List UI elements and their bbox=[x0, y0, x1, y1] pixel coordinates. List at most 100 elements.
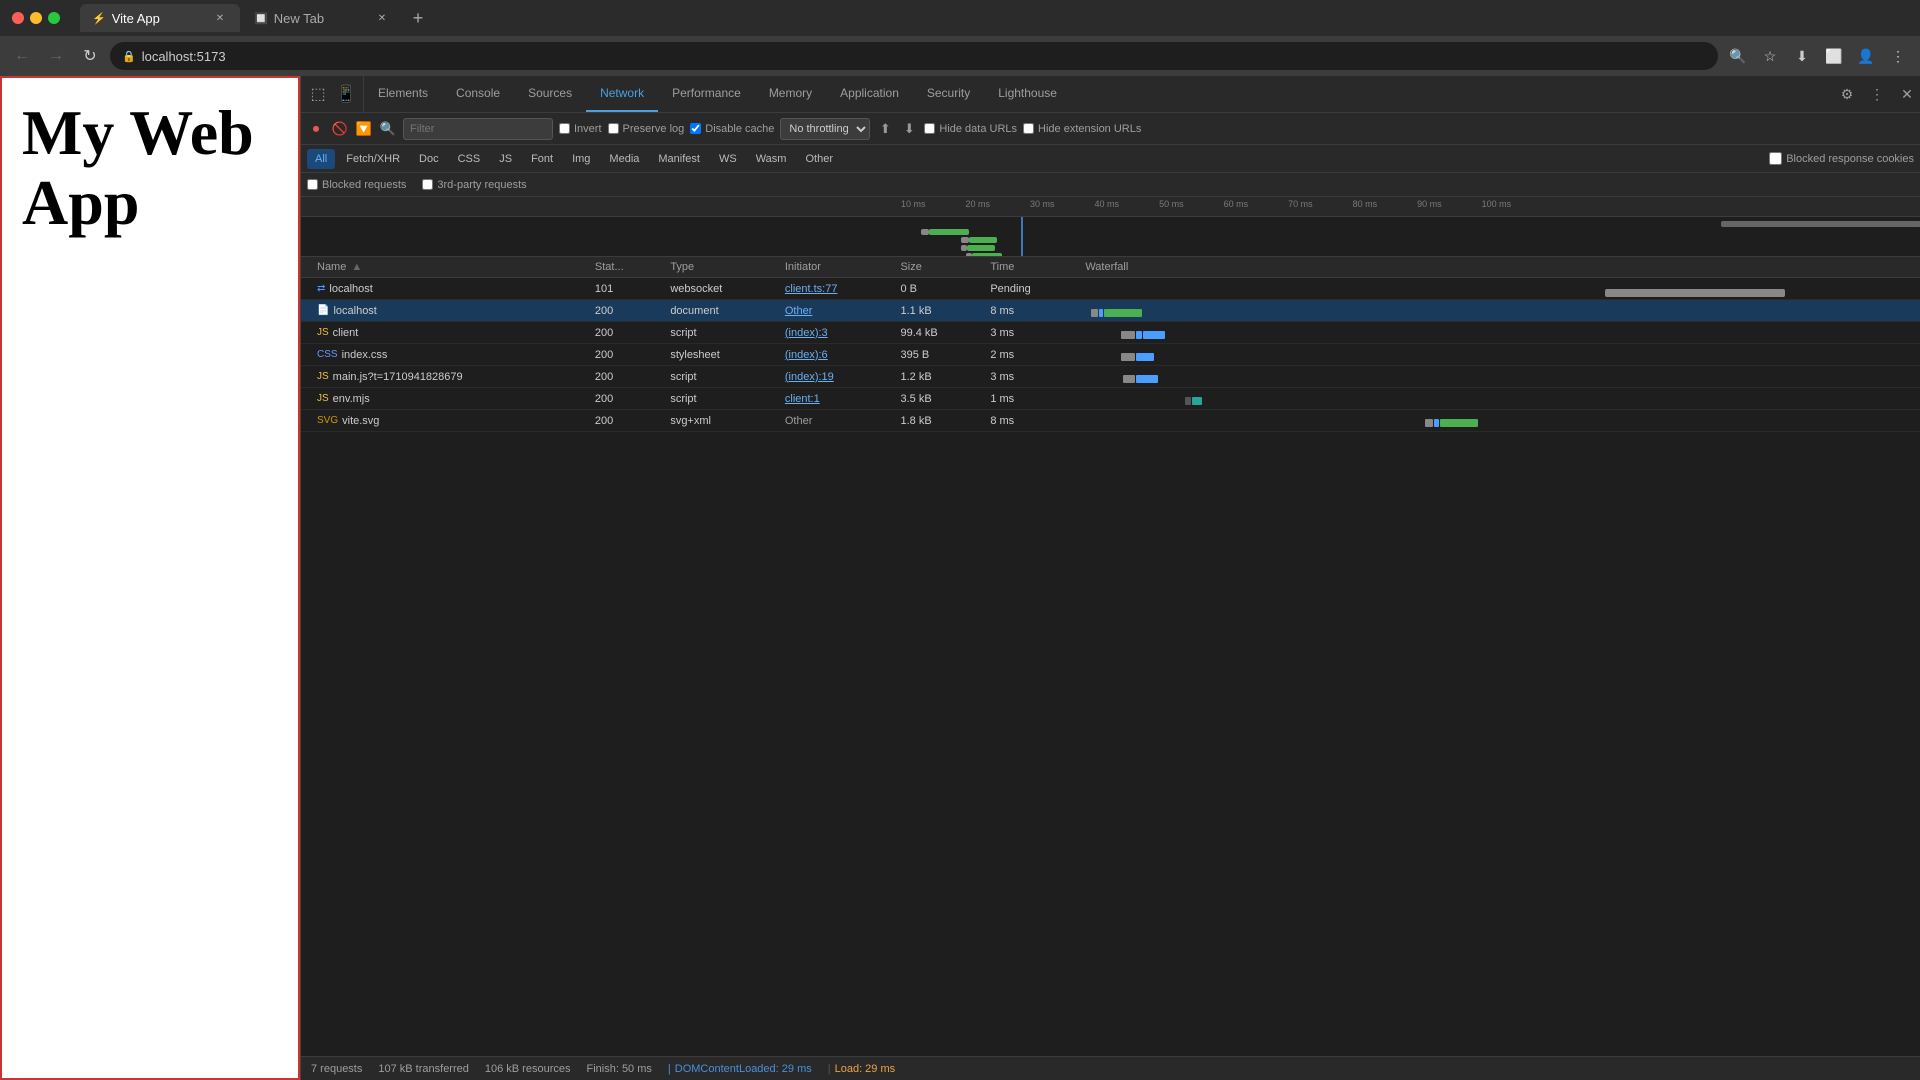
hide-data-urls-checkbox[interactable] bbox=[924, 123, 935, 134]
chip-font[interactable]: Font bbox=[523, 149, 561, 169]
network-table[interactable]: Name ▲ Stat... Type Initiator Size Time … bbox=[301, 257, 1920, 1056]
preserve-log-checkbox-label[interactable]: Preserve log bbox=[608, 123, 685, 135]
wf-recv-envmjs bbox=[1192, 397, 1202, 405]
disable-cache-checkbox[interactable] bbox=[690, 123, 701, 134]
row-wf-client bbox=[1077, 322, 1920, 344]
devtools-settings-icon[interactable]: ⚙ bbox=[1834, 81, 1860, 107]
tab-close-vite[interactable]: ✕ bbox=[212, 10, 228, 26]
chip-wasm[interactable]: Wasm bbox=[748, 149, 795, 169]
third-party-checkbox[interactable] bbox=[422, 179, 433, 190]
row-initiator-doc[interactable]: Other bbox=[785, 305, 813, 317]
chip-other[interactable]: Other bbox=[797, 149, 841, 169]
tab-close-newtab[interactable]: ✕ bbox=[374, 10, 390, 26]
forward-button[interactable]: → bbox=[42, 42, 70, 70]
invert-checkbox[interactable] bbox=[559, 123, 570, 134]
new-tab-button[interactable]: + bbox=[404, 4, 432, 32]
row-initiator-client[interactable]: (index):3 bbox=[785, 327, 828, 339]
chip-ws[interactable]: WS bbox=[711, 149, 745, 169]
preserve-log-checkbox[interactable] bbox=[608, 123, 619, 134]
filter-icon[interactable]: 🔽 bbox=[355, 120, 373, 138]
chip-media[interactable]: Media bbox=[601, 149, 647, 169]
devtools-device-icon[interactable]: 📱 bbox=[333, 81, 359, 107]
invert-label: Invert bbox=[574, 123, 602, 135]
devtools-more-icon[interactable]: ⋮ bbox=[1864, 81, 1890, 107]
table-row[interactable]: JS main.js?t=1710941828679 200 script (i… bbox=[301, 366, 1920, 388]
import-har-icon[interactable]: ⬆ bbox=[876, 120, 894, 138]
back-button[interactable]: ← bbox=[8, 42, 36, 70]
tab-security[interactable]: Security bbox=[913, 76, 984, 112]
col-name[interactable]: Name ▲ bbox=[301, 257, 587, 278]
table-row[interactable]: SVG vite.svg 200 svg+xml Other 1.8 kB 8 … bbox=[301, 410, 1920, 432]
devtools-inspect-icon[interactable]: ⬚ bbox=[305, 81, 331, 107]
col-status[interactable]: Stat... bbox=[587, 257, 662, 278]
devtools-close-icon[interactable]: ✕ bbox=[1894, 81, 1920, 107]
tick-10ms: 10 ms bbox=[901, 197, 966, 209]
tab-elements[interactable]: Elements bbox=[364, 76, 442, 112]
chip-img[interactable]: Img bbox=[564, 149, 598, 169]
record-button[interactable]: ⏺ bbox=[307, 120, 325, 138]
tab-network[interactable]: Network bbox=[586, 76, 658, 112]
table-row[interactable]: ⇄ localhost 101 websocket client.ts:77 0… bbox=[301, 278, 1920, 300]
tab-sources[interactable]: Sources bbox=[514, 76, 586, 112]
chip-doc[interactable]: Doc bbox=[411, 149, 447, 169]
row-wf-ws bbox=[1077, 278, 1920, 300]
chip-manifest[interactable]: Manifest bbox=[650, 149, 708, 169]
row-initiator-mainjs[interactable]: (index):19 bbox=[785, 371, 834, 383]
close-button[interactable] bbox=[12, 12, 24, 24]
chip-all[interactable]: All bbox=[307, 149, 335, 169]
table-row[interactable]: CSS index.css 200 stylesheet (index):6 3… bbox=[301, 344, 1920, 366]
hide-ext-urls-label[interactable]: Hide extension URLs bbox=[1023, 123, 1141, 135]
row-initiator-css[interactable]: (index):6 bbox=[785, 349, 828, 361]
row-initiator-ws[interactable]: client.ts:77 bbox=[785, 283, 838, 295]
blocked-cookies-checkbox[interactable] bbox=[1769, 152, 1782, 165]
third-party-label[interactable]: 3rd-party requests bbox=[422, 179, 526, 191]
chip-js[interactable]: JS bbox=[491, 149, 520, 169]
tab-lighthouse[interactable]: Lighthouse bbox=[984, 76, 1071, 112]
search-network-icon[interactable]: 🔍 bbox=[379, 120, 397, 138]
col-waterfall[interactable]: Waterfall bbox=[1077, 257, 1920, 278]
col-size[interactable]: Size bbox=[892, 257, 982, 278]
extensions-icon[interactable]: ⬜ bbox=[1820, 42, 1848, 70]
row-initiator-envmjs[interactable]: client:1 bbox=[785, 393, 820, 405]
browser-top-bar: ⚡ Vite App ✕ 🔲 New Tab ✕ + bbox=[0, 0, 1920, 36]
minimize-button[interactable] bbox=[30, 12, 42, 24]
tab-new-tab[interactable]: 🔲 New Tab ✕ bbox=[242, 4, 402, 32]
blocked-requests-label[interactable]: Blocked requests bbox=[307, 179, 406, 191]
reload-button[interactable]: ↻ bbox=[76, 42, 104, 70]
profile-icon[interactable]: 👤 bbox=[1852, 42, 1880, 70]
table-row[interactable]: JS env.mjs 200 script client:1 3.5 kB 1 … bbox=[301, 388, 1920, 410]
blocked-cookies-label[interactable]: Blocked response cookies bbox=[1769, 152, 1914, 165]
chip-fetch-xhr[interactable]: Fetch/XHR bbox=[338, 149, 408, 169]
filter-input[interactable] bbox=[403, 118, 553, 140]
search-icon[interactable]: 🔍 bbox=[1724, 42, 1752, 70]
tab-console[interactable]: Console bbox=[442, 76, 514, 112]
download-icon[interactable]: ⬇ bbox=[1788, 42, 1816, 70]
doc-icon: 📄 bbox=[317, 305, 329, 316]
col-initiator[interactable]: Initiator bbox=[777, 257, 893, 278]
hide-data-urls-label[interactable]: Hide data URLs bbox=[924, 123, 1017, 135]
throttle-select[interactable]: No throttling Fast 3G Slow 3G Offline bbox=[780, 118, 870, 140]
col-type[interactable]: Type bbox=[662, 257, 777, 278]
tab-performance[interactable]: Performance bbox=[658, 76, 755, 112]
wf-preview-ws bbox=[1721, 221, 1920, 227]
hide-ext-urls-checkbox[interactable] bbox=[1023, 123, 1034, 134]
disable-cache-checkbox-label[interactable]: Disable cache bbox=[690, 123, 774, 135]
row-size-vitesvg: 1.8 kB bbox=[892, 410, 982, 432]
table-row[interactable]: 📄 localhost 200 document Other 1.1 kB 8 … bbox=[301, 300, 1920, 322]
bookmark-icon[interactable]: ☆ bbox=[1756, 42, 1784, 70]
blocked-requests-checkbox[interactable] bbox=[307, 179, 318, 190]
tab-application[interactable]: Application bbox=[826, 76, 913, 112]
chip-css[interactable]: CSS bbox=[450, 149, 489, 169]
wf-recv-vitesvg bbox=[1440, 419, 1478, 427]
row-time-client: 3 ms bbox=[982, 322, 1077, 344]
tab-memory[interactable]: Memory bbox=[755, 76, 826, 112]
col-time[interactable]: Time bbox=[982, 257, 1077, 278]
clear-button[interactable]: 🚫 bbox=[331, 120, 349, 138]
export-har-icon[interactable]: ⬇ bbox=[900, 120, 918, 138]
invert-checkbox-label[interactable]: Invert bbox=[559, 123, 602, 135]
maximize-button[interactable] bbox=[48, 12, 60, 24]
tab-vite-app[interactable]: ⚡ Vite App ✕ bbox=[80, 4, 240, 32]
table-row[interactable]: JS client 200 script (index):3 99.4 kB 3… bbox=[301, 322, 1920, 344]
menu-icon[interactable]: ⋮ bbox=[1884, 42, 1912, 70]
address-bar[interactable]: 🔒 localhost:5173 bbox=[110, 42, 1718, 70]
